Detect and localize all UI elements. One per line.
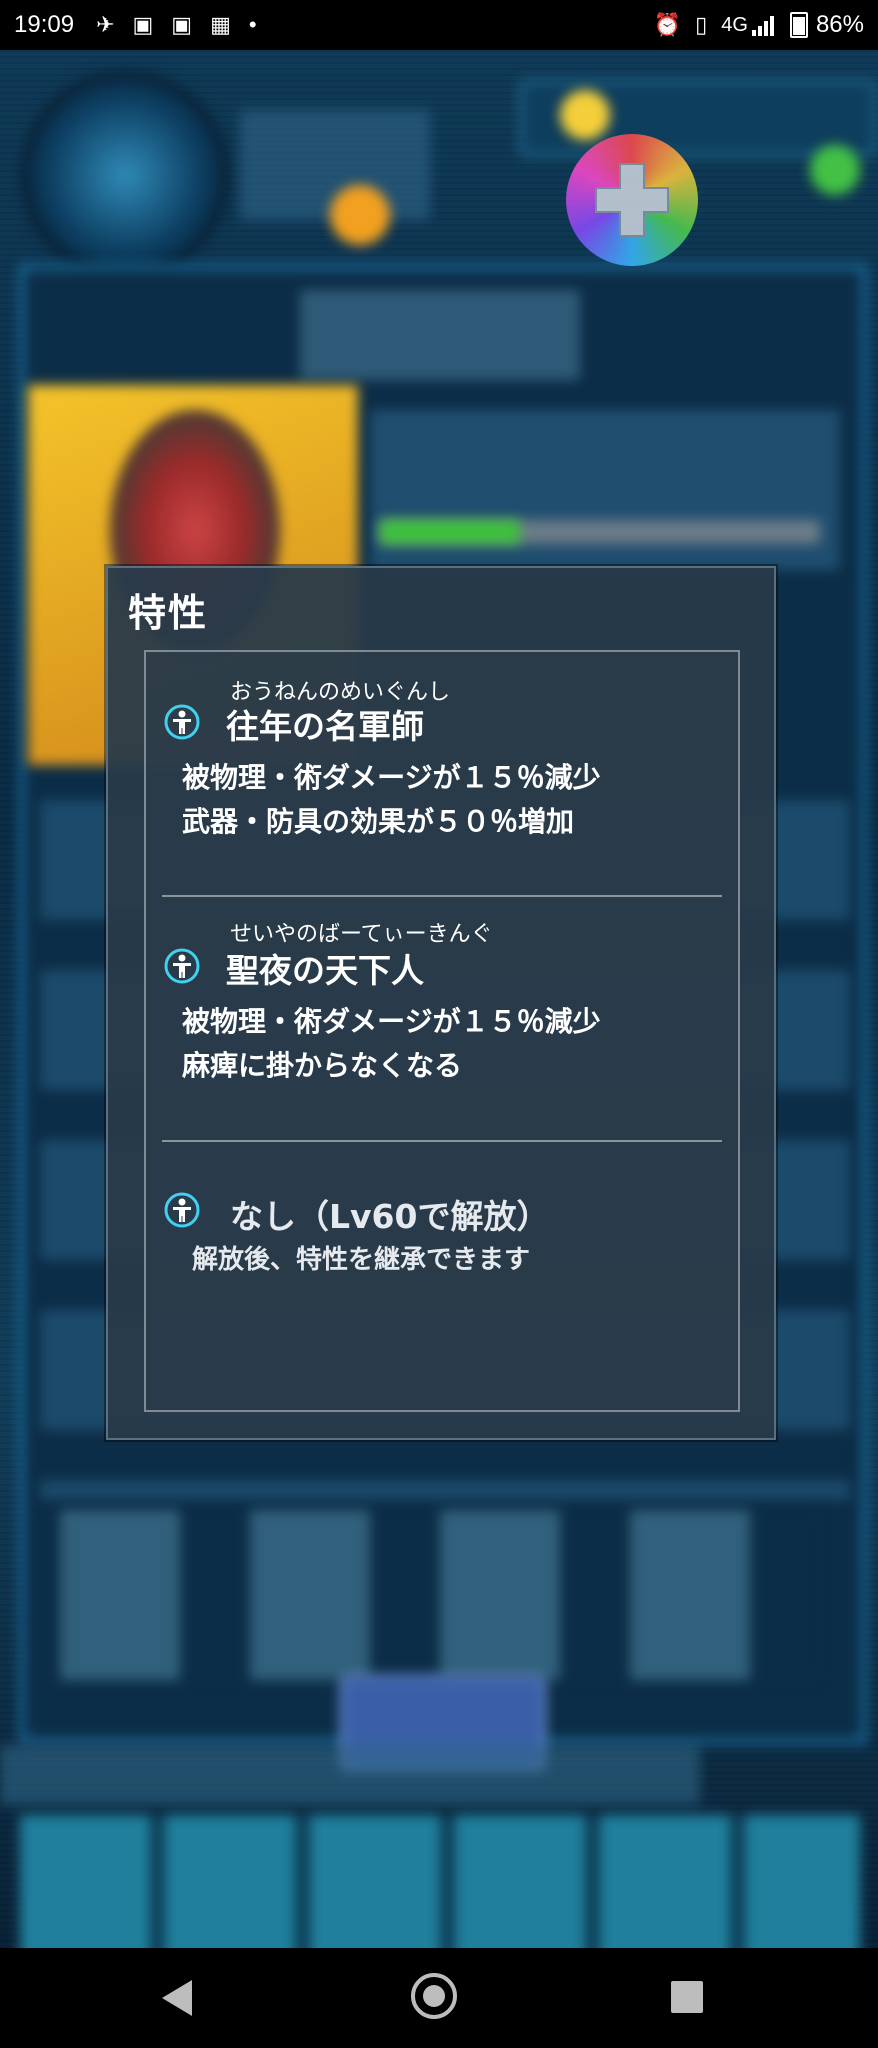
recent-apps-icon[interactable] <box>671 1981 703 2013</box>
trait-desc-line: 被物理・術ダメージが１５％減少 <box>182 761 601 794</box>
divider <box>162 1140 722 1142</box>
info-marquee <box>0 1745 700 1805</box>
au-pay-icon: ▣ <box>171 12 193 37</box>
android-nav-bar <box>0 1948 878 2048</box>
character-stats <box>370 410 840 570</box>
paper-plane-icon: ✈ <box>96 12 115 37</box>
trait-desc-line: 武器・防具の効果が５０％増加 <box>182 805 575 838</box>
dialog-title: 特性 <box>128 591 209 635</box>
trait-name: なし（Lv60で解放） <box>230 1197 550 1236</box>
trait-name: 往年の名軍師 <box>226 707 424 746</box>
alarm-icon: ⏰ <box>653 12 682 37</box>
trait-list: おうねんのめいぐんし 往年の名軍師 被物理・術ダメージが１５％減少 武器・防具の… <box>144 650 740 1412</box>
trait-desc-line: 解放後、特性を継承できます <box>192 1245 531 1275</box>
trait-name: 聖夜の天下人 <box>226 951 424 990</box>
status-bar: 19:09 ✈ ▣ ▣ ▦ • ⏰ ▯ 4G 86% <box>0 0 878 50</box>
dpad-cross-icon <box>595 163 669 237</box>
battery-level: 86% <box>815 11 864 38</box>
exp-bar-fill <box>380 520 520 544</box>
tiled-app-icon: ▦ <box>210 12 231 37</box>
trait-person-icon <box>164 948 200 984</box>
trait-description: 被物理・術ダメージが１５％減少 麻痺に掛からなくなる <box>182 1000 601 1088</box>
trait-person-icon <box>164 704 200 740</box>
character-name <box>300 290 580 380</box>
trait-person-icon <box>164 1192 200 1228</box>
trait-description: 解放後、特性を継承できます <box>192 1238 530 1282</box>
trait-desc-line: 麻痺に掛からなくなる <box>182 1049 463 1082</box>
add-currency-icon <box>810 145 860 195</box>
level-orb <box>20 70 230 280</box>
back-icon[interactable] <box>162 1980 192 2016</box>
battery-icon <box>789 12 808 38</box>
coin-icon <box>560 90 610 140</box>
virtual-dpad[interactable] <box>566 134 698 266</box>
trait-description: 被物理・術ダメージが１５％減少 武器・防具の効果が５０％増加 <box>182 756 601 844</box>
dot-icon: • <box>248 12 257 37</box>
vibrate-icon: ▯ <box>695 12 708 37</box>
home-icon[interactable] <box>411 1973 457 2019</box>
trait-desc-line: 被物理・術ダメージが１５％減少 <box>182 1005 601 1038</box>
game-menu-bar <box>20 1815 860 1948</box>
network-type: 4G <box>721 13 748 36</box>
divider <box>162 895 722 897</box>
au-pay-icon: ▣ <box>132 12 154 37</box>
equipment-slots <box>60 1510 820 1680</box>
signal-icon <box>751 14 774 36</box>
trait-dialog: 特性 おうねんのめいぐんし 往年の名軍師 被物理・術ダメージが１５％減少 武器・… <box>106 566 776 1440</box>
event-icon <box>330 185 390 245</box>
status-time: 19:09 <box>14 11 75 38</box>
